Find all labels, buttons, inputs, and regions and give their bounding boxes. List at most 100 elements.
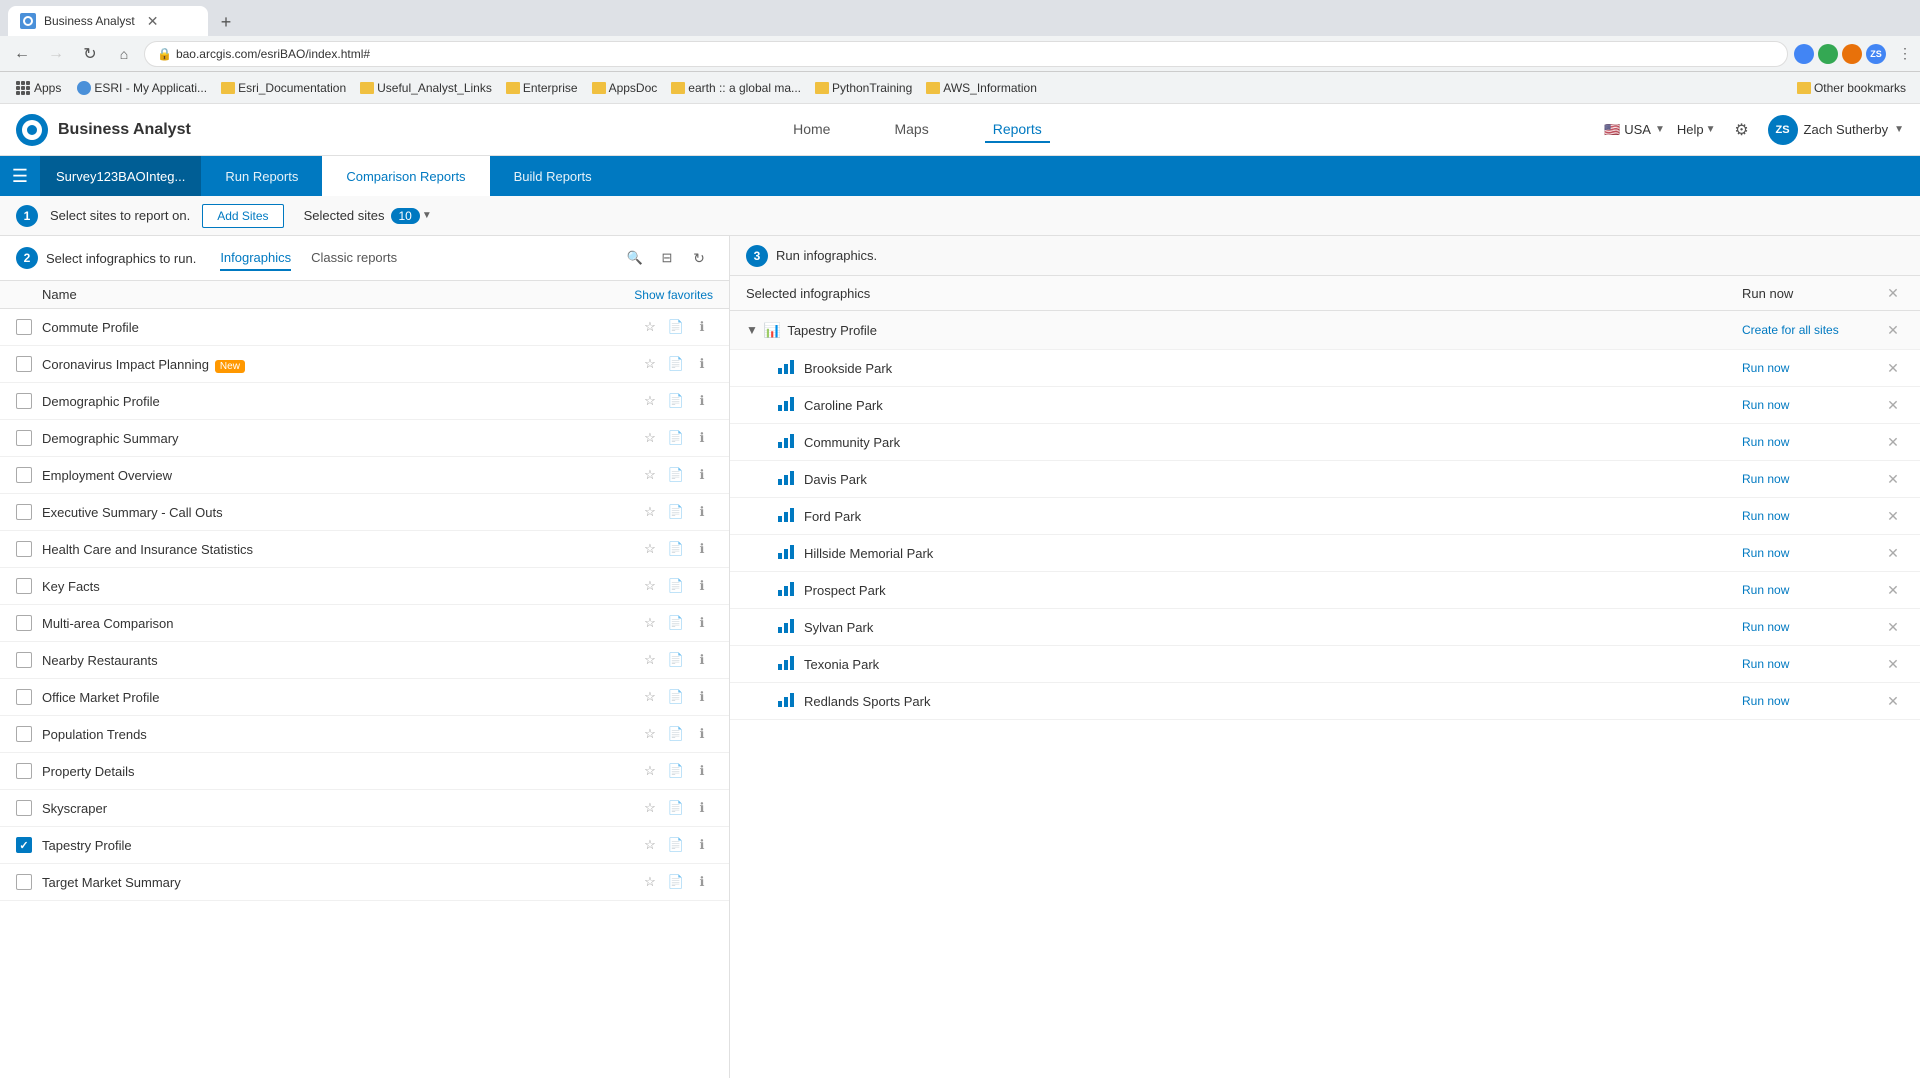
new-tab-button[interactable]: + [212,8,240,36]
list-item-checkbox[interactable]: ✓ [16,837,32,853]
favorite-button[interactable]: ☆ [639,834,661,856]
bookmark-aws[interactable]: AWS_Information [920,79,1043,97]
document-button[interactable]: 📄 [665,390,687,412]
site-close-button[interactable]: ✕ [1882,468,1904,490]
list-item-checkbox[interactable] [16,541,32,557]
document-button[interactable]: 📄 [665,427,687,449]
document-button[interactable]: 📄 [665,723,687,745]
document-button[interactable]: 📄 [665,316,687,338]
refresh-button[interactable]: ↻ [76,40,104,68]
apps-button[interactable]: Apps [8,79,69,97]
tab-comparison-reports[interactable]: Comparison Reports [322,156,489,196]
info-button[interactable]: ℹ [691,834,713,856]
site-close-button[interactable]: ✕ [1882,616,1904,638]
favorite-button[interactable]: ☆ [639,390,661,412]
info-button[interactable]: ℹ [691,760,713,782]
list-item-checkbox[interactable] [16,652,32,668]
create-all-sites-button[interactable]: Create for all sites [1742,323,1882,337]
bookmark-earth[interactable]: earth :: a global ma... [665,79,807,97]
list-item-checkbox[interactable] [16,763,32,779]
forward-button[interactable]: → [42,40,70,68]
document-button[interactable]: 📄 [665,501,687,523]
list-item-checkbox[interactable] [16,319,32,335]
favorite-button[interactable]: ☆ [639,538,661,560]
info-button[interactable]: ℹ [691,390,713,412]
list-item-checkbox[interactable] [16,874,32,890]
show-favorites-link[interactable]: Show favorites [634,288,713,302]
favorite-button[interactable]: ☆ [639,464,661,486]
favorite-button[interactable]: ☆ [639,575,661,597]
run-now-button[interactable]: Run now [1742,620,1882,634]
back-button[interactable]: ← [8,40,36,68]
tab-build-reports[interactable]: Build Reports [490,156,616,196]
site-close-button[interactable]: ✕ [1882,542,1904,564]
chevron-sites[interactable]: ▼ [422,210,432,221]
list-item-checkbox[interactable] [16,615,32,631]
active-tab[interactable]: Business Analyst ✕ [8,6,208,36]
add-sites-button[interactable]: Add Sites [202,204,283,228]
list-item-checkbox[interactable] [16,356,32,372]
info-button[interactable]: ℹ [691,353,713,375]
nav-reports[interactable]: Reports [985,117,1050,143]
document-button[interactable]: 📄 [665,575,687,597]
run-now-button[interactable]: Run now [1742,546,1882,560]
refresh-list-button[interactable]: ↻ [685,244,713,272]
info-button[interactable]: ℹ [691,871,713,893]
info-button[interactable]: ℹ [691,427,713,449]
document-button[interactable]: 📄 [665,353,687,375]
document-button[interactable]: 📄 [665,760,687,782]
bookmark-python[interactable]: PythonTraining [809,79,918,97]
list-item-checkbox[interactable] [16,800,32,816]
document-button[interactable]: 📄 [665,686,687,708]
bookmark-analyst-links[interactable]: Useful_Analyst_Links [354,79,498,97]
site-close-button[interactable]: ✕ [1882,653,1904,675]
run-now-button[interactable]: Run now [1742,361,1882,375]
favorite-button[interactable]: ☆ [639,723,661,745]
info-button[interactable]: ℹ [691,723,713,745]
info-button[interactable]: ℹ [691,797,713,819]
info-button[interactable]: ℹ [691,612,713,634]
favorite-button[interactable]: ☆ [639,612,661,634]
info-button[interactable]: ℹ [691,686,713,708]
site-close-button[interactable]: ✕ [1882,431,1904,453]
bookmark-enterprise[interactable]: Enterprise [500,79,584,97]
bookmark-esri[interactable]: ESRI - My Applicati... [71,79,213,97]
nav-home[interactable]: Home [785,117,838,143]
info-button[interactable]: ℹ [691,464,713,486]
favorite-button[interactable]: ☆ [639,427,661,449]
favorite-button[interactable]: ☆ [639,501,661,523]
run-now-button[interactable]: Run now [1742,472,1882,486]
group-close-button[interactable]: ✕ [1882,319,1904,341]
document-button[interactable]: 📄 [665,464,687,486]
site-close-button[interactable]: ✕ [1882,394,1904,416]
site-close-button[interactable]: ✕ [1882,690,1904,712]
favorite-button[interactable]: ☆ [639,871,661,893]
list-item-checkbox[interactable] [16,393,32,409]
group-toggle-icon[interactable]: ▼ [746,323,758,337]
info-button[interactable]: ℹ [691,575,713,597]
list-item-checkbox[interactable] [16,578,32,594]
filter-button[interactable]: ⊟ [653,244,681,272]
info-button[interactable]: ℹ [691,649,713,671]
document-button[interactable]: 📄 [665,834,687,856]
favorite-button[interactable]: ☆ [639,316,661,338]
list-item-checkbox[interactable] [16,504,32,520]
help-button[interactable]: Help ▼ [1677,122,1716,137]
settings-button[interactable]: ⚙ [1728,116,1756,144]
run-now-button[interactable]: Run now [1742,398,1882,412]
region-selector[interactable]: 🇺🇸 USA ▼ [1604,122,1665,138]
list-item-checkbox[interactable] [16,726,32,742]
list-item-checkbox[interactable] [16,467,32,483]
close-all-button[interactable]: ✕ [1882,282,1904,304]
list-item-checkbox[interactable] [16,689,32,705]
home-button[interactable]: ⌂ [110,40,138,68]
document-button[interactable]: 📄 [665,649,687,671]
url-bar[interactable]: 🔒 bao.arcgis.com/esriBAO/index.html# [144,41,1788,67]
user-section[interactable]: ZS Zach Sutherby ▼ [1768,115,1904,145]
site-close-button[interactable]: ✕ [1882,505,1904,527]
document-button[interactable]: 📄 [665,612,687,634]
list-item-checkbox[interactable] [16,430,32,446]
document-button[interactable]: 📄 [665,797,687,819]
favorite-button[interactable]: ☆ [639,353,661,375]
search-button[interactable]: 🔍 [621,244,649,272]
